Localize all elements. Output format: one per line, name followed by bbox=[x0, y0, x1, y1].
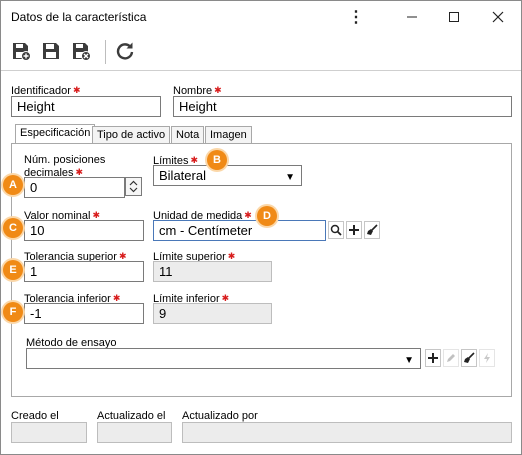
callout-c: C bbox=[3, 218, 23, 238]
add-metodo-button[interactable] bbox=[425, 349, 441, 367]
required-icon: ✱ bbox=[75, 167, 84, 177]
lim-superior-value: 11 bbox=[153, 261, 272, 282]
callout-d: D bbox=[257, 206, 277, 226]
add-unit-button[interactable] bbox=[346, 221, 362, 239]
dropdown-arrow-icon: ▼ bbox=[404, 355, 414, 366]
dropdown-arrow-icon: ▼ bbox=[285, 172, 295, 183]
title-bar: Datos de la característica ⋮ bbox=[1, 1, 521, 33]
maximize-icon bbox=[449, 12, 459, 22]
tol-superior-input[interactable]: 1 bbox=[24, 261, 144, 282]
maximize-button[interactable] bbox=[439, 5, 469, 29]
required-icon: ✱ bbox=[72, 85, 81, 95]
tab-nota[interactable]: Nota bbox=[171, 126, 205, 144]
save-close-button[interactable] bbox=[69, 39, 93, 63]
callout-a: A bbox=[3, 175, 23, 195]
identificador-input[interactable]: Height bbox=[11, 96, 161, 117]
unidad-input[interactable]: cm - Centímeter bbox=[153, 220, 326, 241]
plus-icon bbox=[428, 353, 438, 363]
num-posiciones-input[interactable]: 0 bbox=[24, 177, 125, 198]
search-icon bbox=[330, 224, 342, 236]
save-icon bbox=[43, 43, 59, 59]
tab-tipo-de-activo[interactable]: Tipo de activo bbox=[92, 126, 171, 144]
lightning-icon bbox=[484, 353, 490, 363]
tab-imagen[interactable]: Imagen bbox=[205, 126, 252, 144]
actualizado-por-value bbox=[182, 422, 512, 443]
callout-e: E bbox=[3, 260, 23, 280]
clear-unit-button[interactable] bbox=[364, 221, 380, 239]
edit-metodo-button[interactable] bbox=[443, 349, 459, 367]
creado-label: Creado el bbox=[11, 410, 59, 422]
tab-especificacion[interactable]: Especificación bbox=[15, 124, 96, 144]
close-icon bbox=[492, 11, 504, 23]
window-title: Datos de la característica bbox=[11, 10, 147, 24]
required-icon: ✱ bbox=[214, 85, 222, 95]
required-icon: ✱ bbox=[92, 210, 100, 220]
actualizado-label: Actualizado el bbox=[97, 410, 166, 422]
required-icon: ✱ bbox=[227, 251, 236, 261]
broom-icon bbox=[464, 352, 475, 363]
clear-metodo-button[interactable] bbox=[461, 349, 477, 367]
pencil-icon bbox=[447, 354, 455, 362]
close-button[interactable] bbox=[483, 5, 513, 29]
lim-inferior-value: 9 bbox=[153, 303, 272, 324]
refresh-button[interactable] bbox=[113, 39, 137, 63]
tol-inferior-input[interactable]: -1 bbox=[24, 303, 144, 324]
required-icon: ✱ bbox=[118, 251, 127, 261]
required-icon: ✱ bbox=[112, 293, 121, 303]
limites-select[interactable]: Bilateral ▼ bbox=[153, 165, 302, 186]
save-new-button[interactable] bbox=[9, 39, 33, 63]
save-button[interactable] bbox=[39, 39, 63, 63]
more-options-icon[interactable]: ⋮ bbox=[341, 5, 371, 29]
minimize-button[interactable] bbox=[397, 5, 427, 29]
nombre-input[interactable]: Height bbox=[173, 96, 512, 117]
search-unit-button[interactable] bbox=[328, 221, 344, 239]
refresh-icon bbox=[116, 42, 134, 60]
save-new-icon bbox=[13, 43, 31, 61]
toolbar bbox=[1, 33, 521, 71]
save-close-icon bbox=[73, 43, 91, 61]
actualizado-por-label: Actualizado por bbox=[182, 410, 258, 422]
stepper-arrows-icon bbox=[129, 180, 138, 193]
limites-selected-value: Bilateral bbox=[159, 168, 206, 183]
dialog-window: Datos de la característica ⋮ Identificad… bbox=[0, 0, 522, 455]
broom-icon bbox=[367, 224, 378, 235]
lightning-metodo-button[interactable] bbox=[479, 349, 495, 367]
plus-icon bbox=[349, 225, 359, 235]
creado-value bbox=[11, 422, 87, 443]
decimals-stepper[interactable] bbox=[125, 177, 142, 196]
valor-nominal-input[interactable]: 10 bbox=[24, 220, 144, 241]
required-icon: ✱ bbox=[221, 293, 230, 303]
metodo-select[interactable]: ▼ bbox=[26, 348, 421, 369]
required-icon: ✱ bbox=[190, 155, 199, 165]
minimize-icon bbox=[407, 16, 417, 18]
callout-f: F bbox=[3, 302, 23, 322]
num-posiciones-label: Núm. posiciones decimales ✱ bbox=[24, 154, 106, 179]
actualizado-value bbox=[97, 422, 172, 443]
callout-b: B bbox=[207, 150, 227, 170]
toolbar-separator bbox=[105, 40, 106, 64]
required-icon: ✱ bbox=[244, 210, 252, 220]
